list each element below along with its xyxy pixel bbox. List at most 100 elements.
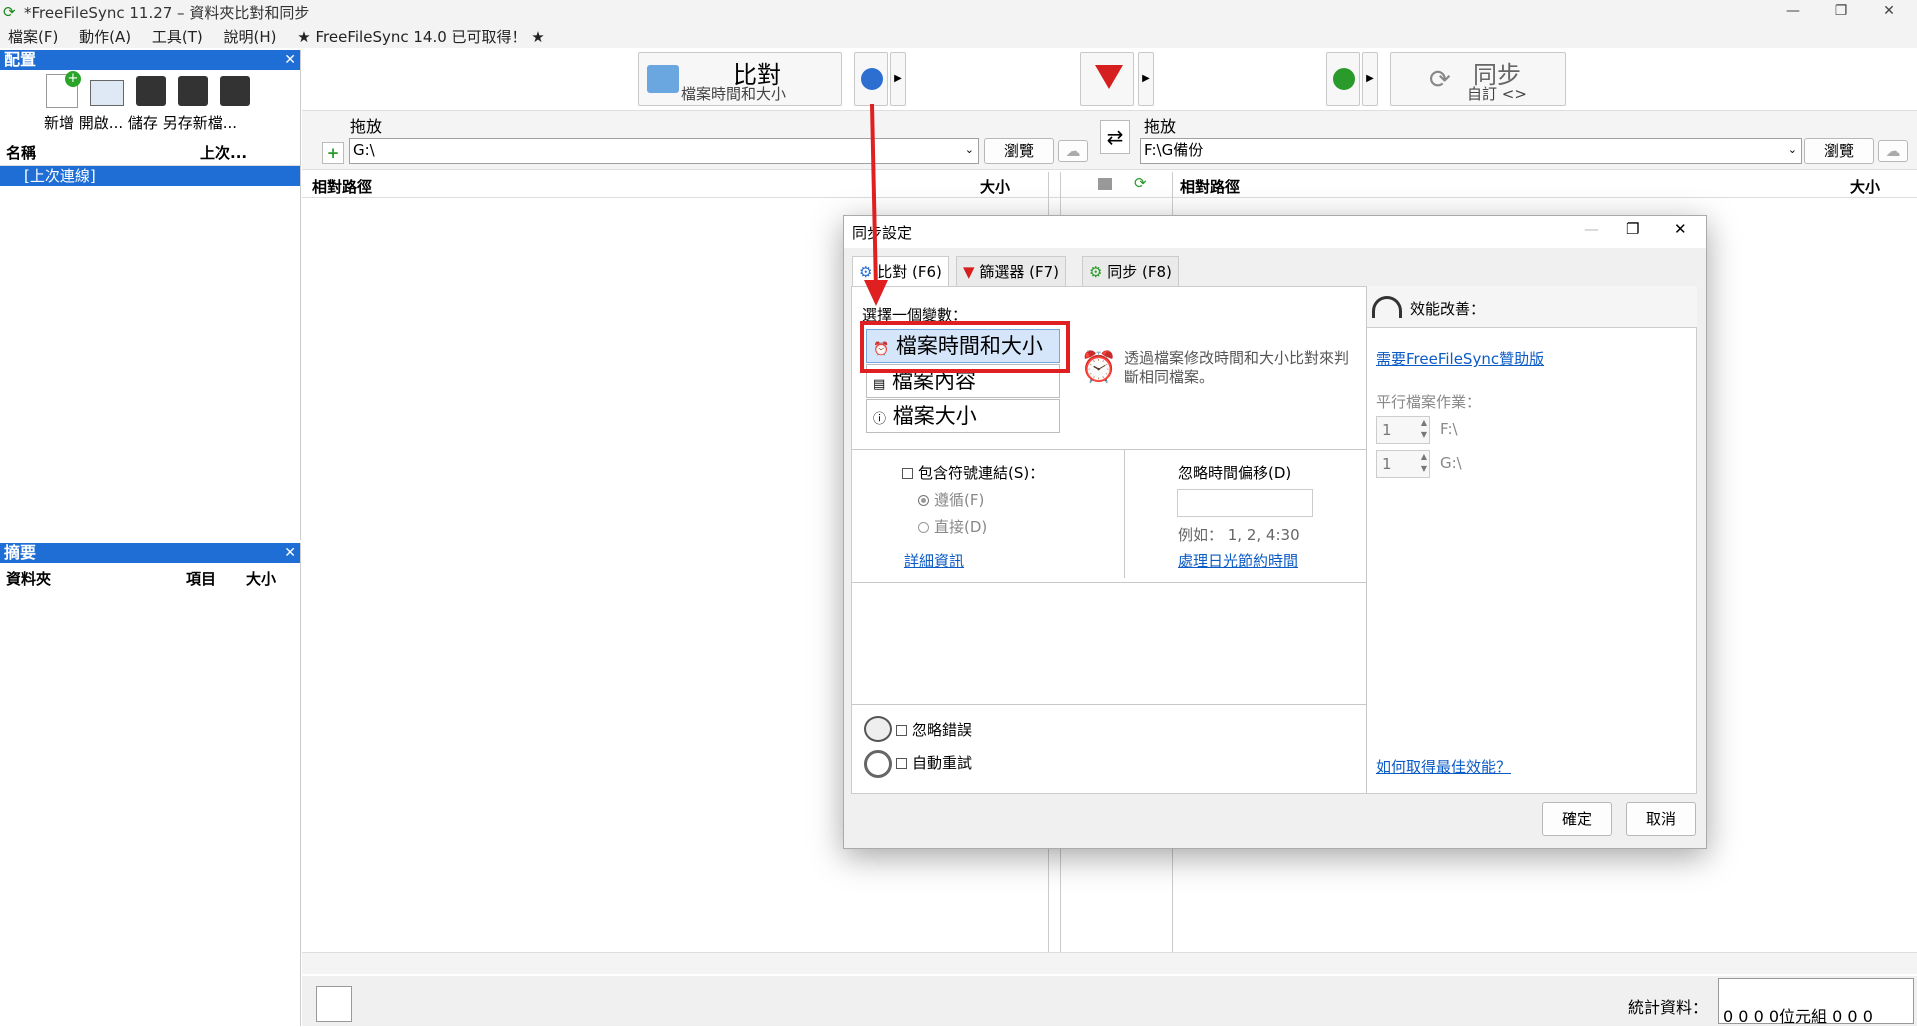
config-toolbar-labels: 新增 開啟... 儲存 另存新檔...	[44, 112, 237, 133]
config-toolbar-icons: +	[44, 71, 264, 110]
col-name[interactable]: 名稱	[6, 142, 36, 163]
ignore-errors-icon	[864, 716, 892, 742]
follow-option[interactable]: 遵循(F)	[918, 489, 984, 510]
compare-settings-button[interactable]	[854, 52, 888, 106]
left-col-path[interactable]: 相對路徑	[312, 176, 372, 197]
right-folder-input[interactable]: F:\G備份 ⌄	[1140, 138, 1802, 164]
filter-button[interactable]	[1080, 52, 1134, 106]
stats-label: 統計資料：	[1628, 998, 1709, 1017]
save-icon[interactable]	[136, 76, 166, 106]
close-icon[interactable]: ✕	[284, 543, 296, 563]
filter-dropdown[interactable]: ▶	[1138, 52, 1154, 106]
compare-button[interactable]: 比對 檔案時間和大小	[638, 52, 842, 106]
new-button[interactable]: 新增	[44, 114, 74, 132]
follow-label: 遵循(F)	[934, 491, 985, 509]
maximize-button[interactable]: ❐	[1626, 220, 1639, 238]
config-pane: 配置 ✕ + 新增 開啟... 儲存 另存新檔... 名稱 上次... [上次連…	[0, 50, 301, 540]
left-browse-button[interactable]: 瀏覽	[984, 138, 1054, 164]
sync-action-icon[interactable]: ⟳	[1134, 174, 1147, 192]
tab-filter[interactable]: ▼ 篩選器 (F7)	[956, 256, 1066, 286]
sync-dropdown[interactable]: ▶	[1362, 52, 1378, 106]
col-folder[interactable]: 資料夾	[6, 568, 51, 589]
tab-sync[interactable]: ⚙ 同步 (F8)	[1082, 256, 1179, 286]
stat-count: 0	[1738, 1007, 1749, 1026]
donation-link[interactable]: 需要FreeFileSync贊助版	[1376, 348, 1544, 369]
direct-option[interactable]: 直接(D)	[918, 516, 987, 537]
highlight-box	[860, 321, 1070, 373]
close-button[interactable]: ✕	[1674, 220, 1687, 238]
category-icon[interactable]	[1098, 178, 1112, 190]
minimize-button[interactable]: —	[1584, 220, 1599, 238]
variant-size[interactable]: ⓘ 檔案大小	[866, 399, 1060, 433]
include-symlinks-label: 包含符號連結(S)：	[918, 464, 1045, 482]
open-icon[interactable]	[90, 80, 124, 106]
close-button[interactable]: ✕	[1866, 0, 1912, 24]
status-strip	[302, 952, 1917, 974]
new-icon[interactable]: +	[46, 71, 81, 108]
save-as-icon[interactable]	[178, 76, 208, 106]
right-col-path[interactable]: 相對路徑	[1180, 176, 1240, 197]
col-items[interactable]: 項目	[186, 568, 216, 589]
title-bar: ⟳ *FreeFileSync 11.27 – 資料夾比對和同步 — ❐ ✕	[0, 0, 1917, 24]
config-list-item[interactable]: [上次連線]	[0, 166, 300, 186]
direct-label: 直接(D)	[934, 518, 988, 536]
right-browse-button[interactable]: 瀏覽	[1804, 138, 1874, 164]
save-as-button[interactable]: 另存新檔...	[163, 114, 237, 132]
parallel-f-spinner[interactable]: 1 ▲ ▼	[1376, 416, 1430, 444]
col-size[interactable]: 大小	[246, 568, 276, 589]
sync-variant: 自訂 <>	[1467, 85, 1527, 103]
cloud-icon[interactable]: ☁	[1878, 140, 1908, 162]
include-symlinks-checkbox[interactable]	[902, 468, 913, 479]
parallel-g-path: G:\	[1440, 454, 1462, 472]
alarm-clock-icon: ⏰	[1080, 350, 1118, 385]
menu-update-notice[interactable]: ★ FreeFileSync 14.0 已可取得！ ★	[297, 28, 544, 46]
auto-retry[interactable]: 自動重試	[896, 752, 972, 773]
close-icon[interactable]: ✕	[284, 50, 296, 70]
cloud-icon[interactable]: ☁	[1058, 140, 1088, 162]
compare-dropdown[interactable]: ▶	[890, 52, 906, 106]
time-shift-example: 例如： 1, 2, 4:30	[1178, 526, 1300, 544]
ignore-errors-checkbox[interactable]	[896, 725, 907, 736]
swap-sides-icon[interactable]: ⇄	[1100, 120, 1130, 154]
log-icon[interactable]	[316, 986, 352, 1022]
include-symlinks[interactable]: 包含符號連結(S)：	[902, 462, 1044, 483]
dialog-titlebar: 同步設定 — ❐ ✕	[844, 216, 1706, 248]
stat-count: 0	[1723, 1007, 1734, 1026]
cancel-button[interactable]: 取消	[1626, 802, 1696, 836]
speedometer-icon	[1372, 296, 1402, 318]
gear-icon	[861, 68, 883, 90]
auto-retry-icon	[864, 750, 892, 778]
open-button[interactable]: 開啟...	[79, 114, 123, 132]
dst-link[interactable]: 處理日光節約時間	[1178, 550, 1298, 571]
time-shift-input[interactable]	[1177, 489, 1313, 517]
stats-box: 0 0 0 0位元組 0 0 0	[1718, 978, 1914, 1026]
perf-title: 效能改善：	[1410, 300, 1486, 318]
save-button[interactable]: 儲存	[128, 114, 158, 132]
ok-button[interactable]: 確定	[1542, 802, 1612, 836]
summary-pane: 摘要 ✕ 資料夾 項目 大小	[0, 543, 301, 1026]
col-last-sync[interactable]: 上次...	[200, 142, 247, 163]
ignore-errors[interactable]: 忽略錯誤	[896, 719, 972, 740]
right-col-size[interactable]: 大小	[1850, 176, 1880, 197]
minimize-button[interactable]: —	[1770, 0, 1816, 24]
config-item-label: [上次連線]	[24, 167, 96, 185]
parallel-g-spinner[interactable]: 1 ▲ ▼	[1376, 450, 1430, 478]
sync-settings-button[interactable]	[1326, 52, 1360, 106]
menu-tools[interactable]: 工具(T)	[152, 28, 203, 46]
maximize-button[interactable]: ❐	[1818, 0, 1864, 24]
left-col-size[interactable]: 大小	[980, 176, 1010, 197]
summary-pane-header: 摘要 ✕	[0, 543, 300, 563]
menu-file[interactable]: 檔案(F)	[8, 28, 58, 46]
sync-button[interactable]: ⟳ 同步 自訂 <>	[1390, 52, 1566, 106]
best-perf-link[interactable]: 如何取得最佳效能？	[1376, 756, 1511, 777]
app-icon: ⟳	[3, 3, 16, 21]
compare-variant: 檔案時間和大小	[681, 85, 787, 103]
left-folder-path: G:\	[353, 141, 375, 159]
menu-action[interactable]: 動作(A)	[79, 28, 131, 46]
auto-retry-checkbox[interactable]	[896, 758, 907, 769]
tab-filter-label: 篩選器 (F7)	[979, 263, 1059, 281]
save-batch-icon[interactable]	[220, 76, 250, 106]
menu-help[interactable]: 說明(H)	[224, 28, 277, 46]
add-folder-pair-icon[interactable]: +	[322, 142, 344, 164]
more-info-link[interactable]: 詳細資訊	[904, 550, 964, 571]
